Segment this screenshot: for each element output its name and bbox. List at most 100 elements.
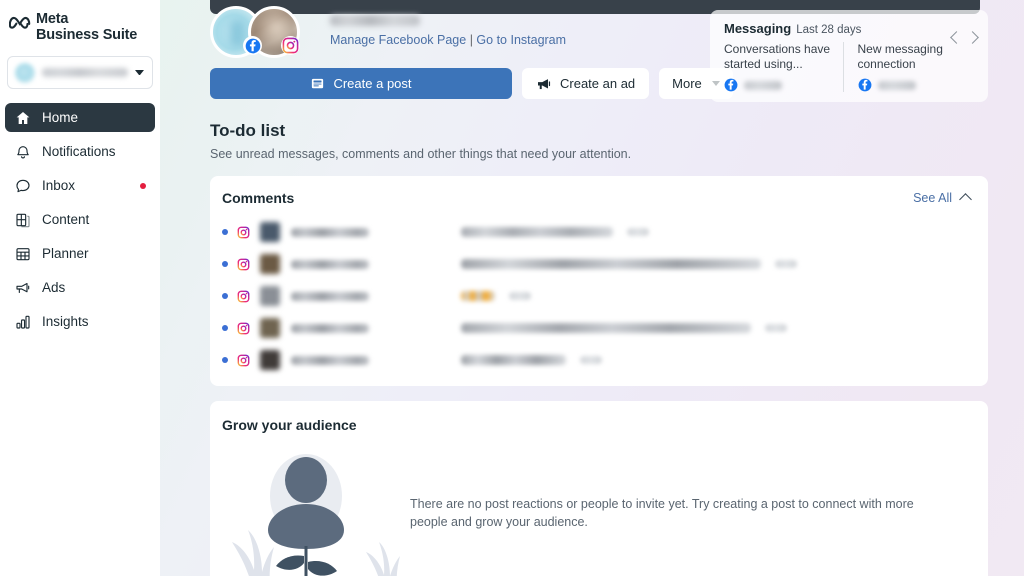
sidebar-item-label: Notifications bbox=[42, 144, 116, 159]
sidebar-item-content[interactable]: Content bbox=[5, 205, 155, 234]
stat-value bbox=[744, 80, 782, 90]
grow-audience-card: Grow your audience There are no post rea… bbox=[210, 401, 988, 576]
comment-row[interactable] bbox=[210, 344, 988, 376]
unread-dot bbox=[222, 229, 228, 235]
chevron-up-icon[interactable] bbox=[959, 193, 972, 206]
calendar-grid-icon bbox=[14, 245, 31, 262]
stat-value-row bbox=[724, 78, 833, 92]
sidebar: Meta Business Suite Home Notifications I… bbox=[0, 0, 160, 576]
messaging-card-title: Messaging bbox=[724, 21, 792, 36]
create-an-ad-label: Create an ad bbox=[560, 76, 636, 91]
avatar bbox=[260, 222, 280, 242]
comment-row[interactable] bbox=[210, 248, 988, 280]
sidebar-item-label: Planner bbox=[42, 246, 89, 261]
sidebar-item-label: Inbox bbox=[42, 178, 76, 193]
todo-list-title: To-do list bbox=[210, 121, 286, 140]
comments-list bbox=[210, 216, 988, 376]
sidebar-item-insights[interactable]: Insights bbox=[5, 307, 155, 336]
chevron-left-icon[interactable] bbox=[950, 31, 963, 44]
comment-timestamp bbox=[509, 292, 531, 300]
comments-card-header: Comments See All bbox=[210, 176, 988, 216]
comment-timestamp bbox=[765, 324, 787, 332]
account-selector[interactable] bbox=[7, 56, 153, 89]
chat-bubble-icon bbox=[14, 177, 31, 194]
avatar bbox=[260, 318, 280, 338]
chevron-right-icon[interactable] bbox=[966, 31, 979, 44]
content-wrapper: Manage Facebook Page | Go to Instagram M… bbox=[160, 0, 1024, 576]
sidebar-item-inbox[interactable]: Inbox bbox=[5, 171, 155, 200]
content-pages-icon bbox=[14, 211, 31, 228]
instagram-icon bbox=[237, 322, 250, 335]
messaging-insight-card[interactable]: Messaging Last 28 days Conversations hav… bbox=[710, 10, 988, 102]
instagram-icon bbox=[237, 354, 250, 367]
unread-dot bbox=[222, 293, 228, 299]
facebook-icon bbox=[858, 78, 871, 92]
sidebar-item-label: Ads bbox=[42, 280, 66, 295]
sidebar-nav: Home Notifications Inbox Content Planner… bbox=[0, 103, 160, 336]
facebook-icon bbox=[243, 36, 262, 55]
comment-text bbox=[461, 259, 761, 269]
comment-author-name bbox=[291, 291, 369, 301]
brand-line-2: Business Suite bbox=[36, 26, 138, 43]
person-flower-illustration-icon bbox=[210, 438, 410, 576]
todo-list-subtitle: See unread messages, comments and other … bbox=[210, 147, 632, 161]
grow-audience-empty-text: There are no post reactions or people to… bbox=[410, 497, 914, 529]
unread-dot bbox=[222, 325, 228, 331]
comment-text bbox=[461, 355, 566, 365]
instagram-icon bbox=[237, 226, 250, 239]
stat-label: New messaging connection bbox=[857, 42, 943, 71]
comment-text bbox=[461, 323, 751, 333]
sidebar-item-ads[interactable]: Ads bbox=[5, 273, 155, 302]
messaging-card-header: Messaging Last 28 days bbox=[724, 21, 976, 36]
stat-value bbox=[877, 80, 916, 90]
brand-title: Meta Business Suite bbox=[36, 11, 138, 43]
brand-line-1: Meta bbox=[36, 11, 69, 27]
instagram-icon bbox=[281, 36, 300, 55]
sidebar-item-notifications[interactable]: Notifications bbox=[5, 137, 155, 166]
megaphone-icon bbox=[14, 279, 31, 296]
brand-logo-block: Meta Business Suite bbox=[0, 0, 160, 43]
facebook-icon bbox=[724, 78, 738, 92]
instagram-icon bbox=[237, 290, 250, 303]
account-name bbox=[42, 68, 128, 77]
grow-audience-body: There are no post reactions or people to… bbox=[210, 433, 988, 576]
comments-card: Comments See All bbox=[210, 176, 988, 386]
go-to-instagram-link[interactable]: Go to Instagram bbox=[476, 33, 566, 47]
manage-facebook-page-link[interactable]: Manage Facebook Page bbox=[330, 33, 466, 47]
profile-links: Manage Facebook Page | Go to Instagram bbox=[330, 33, 566, 47]
account-avatar bbox=[15, 62, 35, 83]
create-a-post-label: Create a post bbox=[333, 76, 412, 91]
comment-row[interactable] bbox=[210, 280, 988, 312]
profile-info: Manage Facebook Page | Go to Instagram bbox=[330, 6, 566, 47]
avatar bbox=[260, 350, 280, 370]
sidebar-item-home[interactable]: Home bbox=[5, 103, 155, 132]
comments-card-title: Comments bbox=[222, 190, 295, 206]
post-compose-icon bbox=[312, 78, 324, 89]
more-label: More bbox=[672, 76, 702, 91]
comment-author-name bbox=[291, 323, 369, 333]
grow-audience-title: Grow your audience bbox=[222, 417, 357, 433]
avatar bbox=[260, 254, 280, 274]
meta-infinity-logo-icon bbox=[8, 13, 31, 35]
comment-row[interactable] bbox=[210, 312, 988, 344]
comment-timestamp bbox=[580, 356, 602, 364]
chevron-down-icon[interactable] bbox=[135, 70, 144, 75]
megaphone-icon bbox=[538, 78, 551, 89]
instagram-icon bbox=[237, 258, 250, 271]
meta-business-suite-app: Meta Business Suite Home Notifications I… bbox=[0, 0, 1024, 576]
link-separator: | bbox=[466, 33, 477, 47]
comment-text bbox=[461, 227, 613, 237]
unread-dot bbox=[222, 357, 228, 363]
stat-value-row bbox=[858, 78, 967, 92]
page-title bbox=[330, 15, 420, 26]
messaging-stat-item: Conversations have started using... bbox=[724, 42, 843, 92]
comment-row[interactable] bbox=[210, 216, 988, 248]
bell-icon bbox=[14, 143, 31, 160]
sidebar-item-planner[interactable]: Planner bbox=[5, 239, 155, 268]
inbox-unread-badge bbox=[140, 182, 146, 189]
see-all-comments-link[interactable]: See All bbox=[913, 191, 952, 205]
create-an-ad-button[interactable]: Create an ad bbox=[522, 68, 650, 99]
create-a-post-button[interactable]: Create a post bbox=[210, 68, 512, 99]
sidebar-item-label: Home bbox=[42, 110, 79, 125]
main-content: Manage Facebook Page | Go to Instagram M… bbox=[160, 0, 1024, 576]
